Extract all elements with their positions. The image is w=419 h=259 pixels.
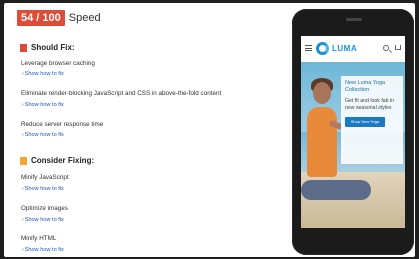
show-how-to-fix-link[interactable]: ›Show how to fix	[22, 102, 64, 108]
promo-text: Get fit and look fab in new seasonal sty…	[345, 98, 395, 111]
rule-title: Minify JavaScript	[21, 174, 69, 181]
link-label: Show how to fix	[24, 132, 64, 138]
shop-button: Shop New Yoga	[345, 117, 385, 127]
chevron-right-icon: ›	[22, 132, 24, 138]
promo-box: New Luma Yoga Collection Get fit and loo…	[341, 76, 403, 164]
mobile-preview-phone: LUMA New Luma Yoga Collection Get fit an…	[292, 9, 414, 255]
rule-title: Optimize images	[21, 205, 68, 212]
cart-icon	[395, 45, 401, 50]
info-icon	[20, 156, 27, 165]
phone-speaker	[346, 18, 362, 21]
chevron-right-icon: ›	[22, 71, 24, 77]
chevron-right-icon: ›	[22, 247, 24, 253]
chevron-right-icon: ›	[22, 102, 24, 108]
logo-icon	[316, 42, 329, 55]
model-head	[313, 82, 331, 104]
link-label: Show how to fix	[24, 217, 64, 223]
rule-title: Eliminate render-blocking JavaScript and…	[21, 90, 222, 97]
menu-icon	[305, 45, 312, 51]
search-icon	[383, 45, 389, 51]
hero-image: New Luma Yoga Collection Get fit and loo…	[301, 62, 405, 228]
model-body	[307, 107, 337, 177]
score-row: 54 / 100 Speed	[17, 10, 101, 26]
rule-title: Reduce server response time	[21, 121, 104, 128]
brand-name: LUMA	[332, 44, 358, 53]
model-legs	[301, 180, 371, 200]
consider-fixing-title: Consider Fixing:	[31, 156, 95, 165]
score-badge: 54 / 100	[17, 10, 65, 26]
warning-icon	[20, 43, 27, 52]
show-how-to-fix-link[interactable]: ›Show how to fix	[22, 71, 64, 77]
chevron-right-icon: ›	[22, 186, 24, 192]
mobile-screenshot: LUMA New Luma Yoga Collection Get fit an…	[301, 36, 405, 228]
should-fix-heading: Should Fix:	[20, 43, 75, 52]
link-label: Show how to fix	[24, 186, 64, 192]
chevron-right-icon: ›	[22, 217, 24, 223]
site-header: LUMA	[301, 36, 405, 62]
link-label: Show how to fix	[24, 71, 64, 77]
link-label: Show how to fix	[24, 102, 64, 108]
promo-title: New Luma Yoga Collection	[345, 80, 386, 93]
score-label: Speed	[68, 12, 101, 24]
show-how-to-fix-link[interactable]: ›Show how to fix	[22, 186, 64, 192]
show-how-to-fix-link[interactable]: ›Show how to fix	[22, 132, 64, 138]
rule-title: Minify HTML	[21, 235, 57, 242]
link-label: Show how to fix	[24, 247, 64, 253]
pagespeed-results-panel: 54 / 100 Speed Should Fix: Leverage brow…	[4, 3, 415, 257]
should-fix-title: Should Fix:	[31, 43, 75, 52]
consider-fixing-heading: Consider Fixing:	[20, 156, 94, 165]
rule-title: Leverage browser caching	[21, 60, 95, 67]
show-how-to-fix-link[interactable]: ›Show how to fix	[22, 217, 64, 223]
show-how-to-fix-link[interactable]: ›Show how to fix	[22, 247, 64, 253]
